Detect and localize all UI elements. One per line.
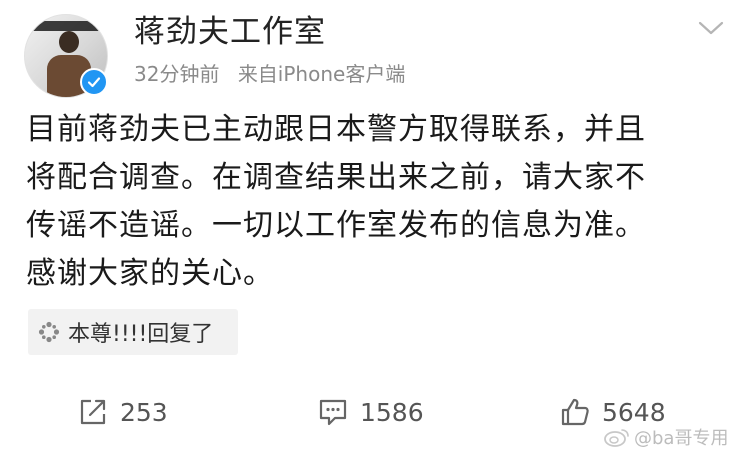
content-line: 传谣不造谣。一切以工作室发布的信息为准。 xyxy=(26,208,646,243)
weibo-post: 蒋劲夫工作室 32分钟前 来自iPhone客户端 目前蒋劲夫已主动跟日本警方取得… xyxy=(0,0,750,458)
post-meta: 32分钟前 来自iPhone客户端 xyxy=(134,60,417,88)
user-name[interactable]: 蒋劲夫工作室 xyxy=(134,12,326,52)
watermark: @ba哥专用 xyxy=(604,424,728,450)
comment-button[interactable]: 1586 xyxy=(318,384,424,440)
comment-count: 1586 xyxy=(360,397,424,427)
avatar-figure-head xyxy=(59,31,79,53)
avatar-banner xyxy=(25,21,107,31)
post-content: 目前蒋劲夫已主动跟日本警方取得联系，并且 将配合调查。在调查结果出来之前，请大家… xyxy=(26,106,726,298)
repost-count: 253 xyxy=(120,397,168,427)
weibo-logo-icon xyxy=(604,429,629,447)
comment-icon xyxy=(319,399,347,426)
chevron-down-icon[interactable] xyxy=(696,18,726,38)
content-line: 感谢大家的关心。 xyxy=(26,256,274,291)
repost-button[interactable]: 253 xyxy=(78,384,168,440)
post-time: 32分钟前 xyxy=(134,62,220,86)
content-line: 将配合调查。在调查结果出来之前，请大家不 xyxy=(26,160,646,195)
post-source[interactable]: 来自iPhone客户端 xyxy=(238,62,406,86)
reply-chip-label: 本尊!!!!回复了 xyxy=(68,322,214,347)
repost-icon xyxy=(80,399,106,425)
like-count: 5648 xyxy=(602,397,666,427)
verified-badge-icon xyxy=(80,68,108,96)
reply-chip[interactable]: 本尊!!!!回复了 xyxy=(28,309,238,355)
sparkle-icon xyxy=(38,321,60,343)
like-icon xyxy=(561,398,589,426)
content-line: 目前蒋劲夫已主动跟日本警方取得联系，并且 xyxy=(26,112,646,147)
watermark-text: @ba哥专用 xyxy=(634,428,729,449)
